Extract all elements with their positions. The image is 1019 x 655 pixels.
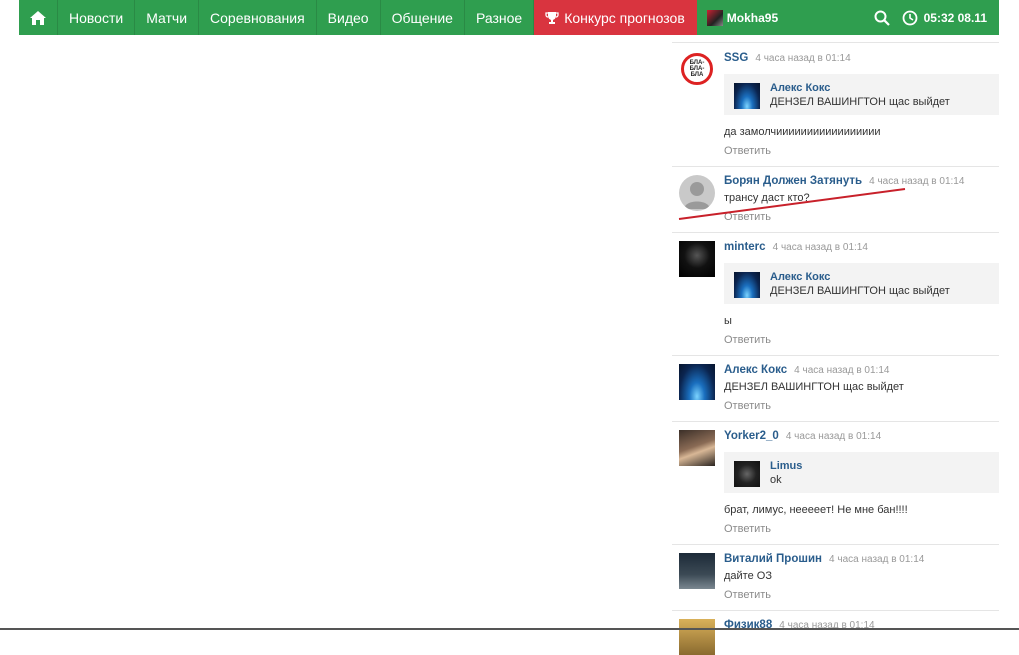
avatar[interactable] (679, 364, 715, 400)
default-user-icon (684, 182, 710, 209)
username: Mokha95 (726, 10, 779, 25)
quote-author[interactable]: Алекс Кокс (770, 81, 991, 95)
nav-right-group: 05:32 08.11 (874, 0, 999, 35)
clock-icon (902, 10, 918, 26)
avatar[interactable] (679, 619, 715, 655)
nav-matches[interactable]: Матчи (135, 0, 200, 35)
reply-button[interactable]: Ответить (724, 522, 999, 536)
home-icon (30, 10, 46, 25)
server-time: 05:32 08.11 (923, 10, 987, 25)
comment-time: 4 часа назад в 01:14 (869, 176, 965, 187)
comment: Алекс Кокс 4 часа назад в 01:14 ДЕНЗЕЛ В… (672, 356, 999, 422)
comment-text: дайте ОЗ (724, 570, 772, 582)
quote-text: ok (770, 474, 782, 486)
comment-author[interactable]: Борян Должен Затянуть (724, 175, 862, 187)
user-avatar (706, 9, 723, 26)
reply-button[interactable]: Ответить (724, 144, 999, 158)
comment-text: трансу даст кто? (724, 192, 810, 204)
nav-misc[interactable]: Разное (465, 0, 535, 35)
quote-author[interactable]: Алекс Кокс (770, 270, 991, 284)
avatar[interactable] (679, 553, 715, 589)
comment: БЛА-БЛА-БЛА SSG 4 часа назад в 01:14 Але… (672, 43, 999, 167)
quote-avatar (734, 461, 760, 487)
quote-author[interactable]: Limus (770, 459, 991, 473)
avatar[interactable]: БЛА-БЛА-БЛА (681, 53, 713, 85)
comment-author[interactable]: SSG (724, 52, 748, 64)
comment-text: ы (724, 315, 732, 327)
quote-avatar (734, 83, 760, 109)
nav-community[interactable]: Общение (381, 0, 465, 35)
comment-text: ДЕНЗЕЛ ВАШИНГТОН щас выйдет (724, 381, 904, 393)
avatar[interactable] (679, 241, 715, 277)
nav-news[interactable]: Новости (58, 0, 136, 35)
nav-prediction-contest[interactable]: Конкурс прогнозов (534, 0, 697, 35)
quoted-comment: Алекс Кокс ДЕНЗЕЛ ВАШИНГТОН щас выйдет (724, 263, 999, 304)
reply-button[interactable]: Ответить (724, 588, 999, 602)
comment-author[interactable]: Алекс Кокс (724, 364, 787, 376)
home-button[interactable] (19, 0, 58, 35)
top-nav-bar: Новости Матчи Соревнования Видео Общение… (19, 0, 999, 35)
quoted-comment: Limus ok (724, 452, 999, 493)
comment-author[interactable]: Виталий Прошин (724, 553, 822, 565)
comment-text: да замолчиииииииииииииииии (724, 126, 881, 138)
comment: Виталий Прошин 4 часа назад в 01:14 дайт… (672, 545, 999, 611)
comment: minterc 4 часа назад в 01:14 Алекс Кокс … (672, 233, 999, 356)
comment: Физик88 4 часа назад в 01:14 (672, 611, 999, 655)
comment-time: 4 часа назад в 01:14 (829, 554, 925, 565)
comment-time: 4 часа назад в 01:14 (772, 242, 868, 253)
comments-list: БЛА-БЛА-БЛА SSG 4 часа назад в 01:14 Але… (672, 43, 999, 655)
avatar[interactable] (679, 430, 715, 466)
comment-time: 4 часа назад в 01:14 (794, 365, 890, 376)
quoted-comment: Алекс Кокс ДЕНЗЕЛ ВАШИНГТОН щас выйдет (724, 74, 999, 115)
search-icon[interactable] (874, 10, 890, 26)
avatar-caption: БЛА-БЛА-БЛА (689, 60, 705, 78)
nav-contest-label: Конкурс прогнозов (564, 9, 685, 26)
reply-button[interactable]: Ответить (724, 210, 999, 224)
trophy-icon (545, 11, 559, 25)
comment-text: брат, лимус, неееeeт! Не мне бан!!!! (724, 504, 908, 516)
quote-text: ДЕНЗЕЛ ВАШИНГТОН щас выйдет (770, 285, 950, 297)
comment: Борян Должен Затянуть 4 часа назад в 01:… (672, 167, 999, 233)
avatar[interactable] (679, 175, 715, 211)
reply-button[interactable]: Ответить (724, 399, 999, 413)
comment-author[interactable]: Yorker2_0 (724, 430, 779, 442)
user-menu[interactable]: Mokha95 (697, 0, 786, 35)
reply-button[interactable]: Ответить (724, 333, 999, 347)
comment-time: 4 часа назад в 01:14 (785, 431, 882, 442)
comment-time: 4 часа назад в 01:14 (755, 53, 851, 64)
quote-text: ДЕНЗЕЛ ВАШИНГТОН щас выйдет (770, 96, 950, 108)
comment: Yorker2_0 4 часа назад в 01:14 Limus ok … (672, 422, 999, 545)
nav-competitions[interactable]: Соревнования (199, 0, 317, 35)
quote-avatar (734, 272, 760, 298)
nav-video[interactable]: Видео (317, 0, 381, 35)
comment-author[interactable]: minterc (724, 241, 766, 253)
